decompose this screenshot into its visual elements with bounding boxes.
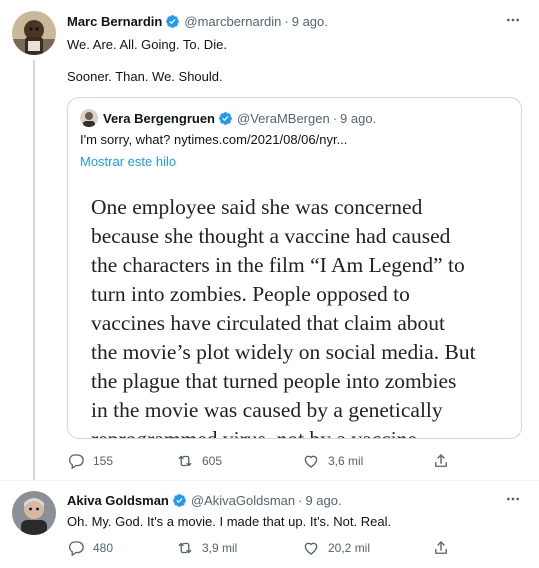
quoted-tweet-timestamp: 9 ago. xyxy=(340,110,377,126)
image-text-line: the plague that turned people into zombi… xyxy=(91,369,457,393)
quoted-author-handle: @VeraMBergen xyxy=(237,110,330,126)
more-icon[interactable] xyxy=(505,12,521,28)
like-count: 20,2 mil xyxy=(328,541,371,555)
image-text-line: in the movie was caused by a genetically xyxy=(91,398,443,422)
retweet-icon xyxy=(176,452,194,470)
image-article-text: One employee said she was concerned beca… xyxy=(91,193,511,439)
tweet-header: Marc Bernardin @marcbernardin · 9 ago. xyxy=(67,12,328,30)
separator-dot: · xyxy=(332,110,338,126)
avatar-akiva-goldsman[interactable] xyxy=(12,491,56,535)
reply-icon xyxy=(67,452,85,470)
reply-icon xyxy=(67,539,85,557)
retweet-count: 605 xyxy=(202,454,223,468)
more-icon[interactable] xyxy=(505,491,521,507)
verified-badge-icon xyxy=(172,493,187,508)
quoted-tweet-text: I'm sorry, what? nytimes.com/2021/08/06/… xyxy=(80,132,348,147)
separator-dot: · xyxy=(298,492,303,508)
tweet-timestamp[interactable]: 9 ago. xyxy=(292,14,328,29)
verified-badge-icon xyxy=(165,14,180,29)
separator-dot: · xyxy=(284,13,289,29)
image-text-line: vaccines have circulated that claim abou… xyxy=(91,311,445,335)
like-icon xyxy=(302,452,320,470)
tweet-text-line-1: Oh. My. God. It's a movie. I made that u… xyxy=(67,514,392,529)
avatar-vera-bergengruen xyxy=(80,109,98,127)
retweet-button[interactable]: 605 xyxy=(176,451,222,471)
thread-connector-line xyxy=(33,60,35,480)
tweet-timestamp[interactable]: 9 ago. xyxy=(305,493,341,508)
author-name[interactable]: Marc Bernardin xyxy=(67,14,162,29)
verified-badge-icon xyxy=(218,111,233,126)
tweet-actions: 155 605 3,6 mil xyxy=(67,451,457,471)
show-thread-link[interactable]: Mostrar este hilo xyxy=(80,154,176,169)
reply-count: 480 xyxy=(93,541,114,555)
image-text-line: turn into zombies. People opposed to xyxy=(91,282,410,306)
quoted-tweet-image[interactable]: One employee said she was concerned beca… xyxy=(68,178,521,439)
author-name[interactable]: Akiva Goldsman xyxy=(67,493,169,508)
like-count: 3,6 mil xyxy=(328,454,364,468)
image-text-line: because she thought a vaccine had caused xyxy=(91,224,451,248)
author-handle[interactable]: @marcbernardin xyxy=(184,14,281,29)
tweet-text-line-2: Sooner. Than. We. Should. xyxy=(67,69,223,84)
like-button[interactable]: 20,2 mil xyxy=(302,538,370,558)
quoted-tweet[interactable]: Vera Bergengruen @VeraMBergen · 9 ago. I… xyxy=(67,97,522,439)
like-button[interactable]: 3,6 mil xyxy=(302,451,363,471)
retweet-count: 3,9 mil xyxy=(202,541,238,555)
reply-button[interactable]: 480 xyxy=(67,538,113,558)
tweet-actions: 480 3,9 mil 20,2 mil xyxy=(67,538,457,558)
share-button[interactable] xyxy=(432,451,458,471)
retweet-button[interactable]: 3,9 mil xyxy=(176,538,237,558)
like-icon xyxy=(302,539,320,557)
tweet-header: Akiva Goldsman @AkivaGoldsman · 9 ago. xyxy=(67,491,342,509)
tweet-akiva-goldsman[interactable]: Akiva Goldsman @AkivaGoldsman · 9 ago. O… xyxy=(0,481,539,568)
retweet-icon xyxy=(176,539,194,557)
quoted-tweet-header: Vera Bergengruen @VeraMBergen · 9 ago. xyxy=(103,109,376,127)
image-text-line: the characters in the film “I Am Legend”… xyxy=(91,253,465,277)
share-icon xyxy=(432,539,450,557)
image-text-line: reprogrammed virus, not by a vaccine. xyxy=(91,427,423,439)
image-text-line: One employee said she was concerned xyxy=(91,195,423,219)
tweet-marc-bernardin[interactable]: Marc Bernardin @marcbernardin · 9 ago. W… xyxy=(0,0,539,481)
quoted-author-name: Vera Bergengruen xyxy=(103,110,215,126)
author-handle[interactable]: @AkivaGoldsman xyxy=(191,493,295,508)
tweet-text-line-1: We. Are. All. Going. To. Die. xyxy=(67,37,227,52)
avatar-marc-bernardin[interactable] xyxy=(12,11,56,55)
reply-count: 155 xyxy=(93,454,114,468)
share-button[interactable] xyxy=(432,538,458,558)
share-icon xyxy=(432,452,450,470)
reply-button[interactable]: 155 xyxy=(67,451,113,471)
image-text-line: the movie’s plot widely on social media.… xyxy=(91,340,476,364)
